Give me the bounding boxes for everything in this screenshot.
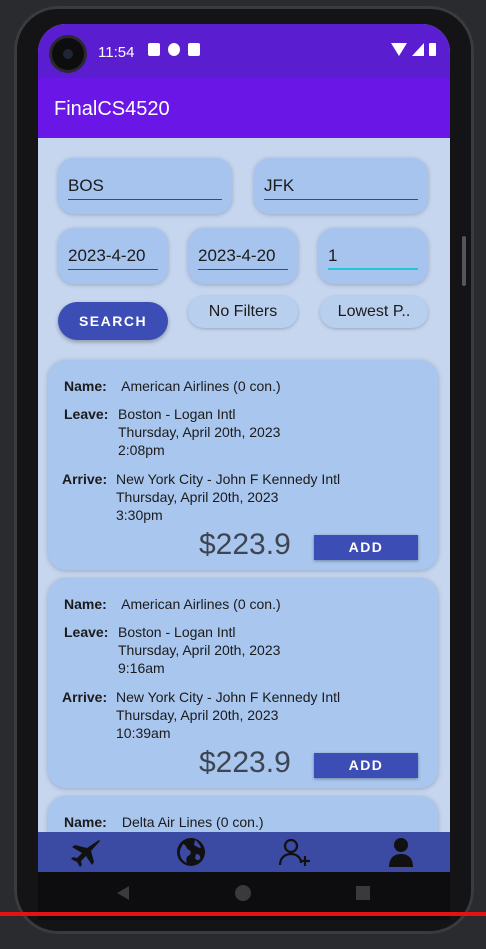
notification-icon: [148, 43, 160, 56]
leave-label-row: Leave:: [64, 624, 108, 640]
arrive-label-row: Arrive:: [62, 689, 107, 705]
add-flight-button[interactable]: ADD: [314, 753, 418, 778]
airline-name: American Airlines (0 con.): [121, 596, 281, 612]
sort-dropdown[interactable]: Lowest P..: [320, 296, 428, 328]
leave-airport: Boston - Logan Intl: [118, 624, 236, 640]
search-content: BOS JFK 2023-4-20 2023-4-20 1 SEARCH No …: [38, 138, 450, 872]
destination-value: JFK: [264, 176, 295, 195]
person-icon: [389, 838, 413, 867]
passengers-field[interactable]: 1: [318, 228, 428, 284]
wifi-icon: [391, 43, 407, 56]
status-bar: 11:54: [38, 24, 450, 78]
system-icons: [391, 43, 436, 56]
globe-icon: [177, 838, 205, 866]
back-icon[interactable]: [114, 884, 132, 902]
flight-price: $223.9: [199, 746, 291, 779]
flight-card: Name: American Airlines (0 con.) Leave: …: [48, 578, 438, 788]
airline-name: Delta Air Lines (0 con.): [121, 814, 264, 830]
origin-value: BOS: [68, 176, 104, 195]
notification-icons: [148, 43, 200, 56]
arrive-airport: New York City - John F Kennedy Intl: [116, 471, 341, 487]
nav-add-traveler[interactable]: [278, 836, 312, 868]
origin-field[interactable]: BOS: [58, 158, 232, 214]
sim-card-icon: [188, 43, 200, 56]
return-date-value: 2023-4-20: [198, 246, 276, 265]
destination-field[interactable]: JFK: [254, 158, 428, 214]
airline-name: American Airlines (0 con.): [121, 378, 281, 394]
name-label: Name:: [64, 596, 107, 612]
arrive-date: Thursday, April 20th, 2023: [116, 489, 279, 505]
arrive-details: New York City - John F Kennedy Intl Thur…: [116, 688, 340, 742]
airplane-icon: [71, 840, 100, 867]
phone-side-button: [462, 236, 466, 286]
flight-name-row: Name: Delta Air Lines (0 con.): [64, 814, 264, 830]
status-time: 11:54: [98, 44, 135, 61]
filter-dropdown[interactable]: No Filters: [188, 296, 298, 328]
nav-profile[interactable]: [384, 836, 418, 868]
app-title: FinalCS4520: [54, 98, 170, 120]
home-icon[interactable]: [234, 884, 252, 902]
leave-date: Thursday, April 20th, 2023: [118, 424, 281, 440]
name-label: Name:: [64, 378, 107, 394]
depart-date-field[interactable]: 2023-4-20: [58, 228, 168, 284]
signal-icon: [412, 43, 424, 56]
arrive-time: 3:30pm: [116, 507, 163, 523]
battery-icon: [429, 43, 436, 56]
front-camera: [52, 38, 84, 70]
leave-airport: Boston - Logan Intl: [118, 406, 236, 422]
device-screen: 11:54 FinalCS4520 BOS JFK 2023-4-20 2023…: [38, 24, 450, 872]
name-label: Name:: [64, 814, 107, 830]
leave-date: Thursday, April 20th, 2023: [118, 642, 281, 658]
passengers-value: 1: [328, 246, 338, 265]
leave-time: 9:16am: [118, 660, 165, 676]
return-date-field[interactable]: 2023-4-20: [188, 228, 298, 284]
arrive-date: Thursday, April 20th, 2023: [116, 707, 279, 723]
add-flight-button[interactable]: ADD: [314, 535, 418, 560]
search-button[interactable]: SEARCH: [58, 302, 168, 340]
leave-label: Leave:: [64, 406, 109, 422]
field-underline: [68, 199, 222, 200]
notification-icon: [168, 43, 180, 56]
recents-icon[interactable]: [354, 884, 372, 902]
flight-card: Name: American Airlines (0 con.) Leave: …: [48, 360, 438, 570]
leave-label-row: Leave:: [64, 406, 108, 422]
leave-details: Boston - Logan Intl Thursday, April 20th…: [118, 623, 280, 677]
leave-time: 2:08pm: [118, 442, 165, 458]
nav-explore[interactable]: [174, 836, 208, 868]
add-person-icon: [278, 838, 310, 866]
depart-date-value: 2023-4-20: [68, 246, 146, 265]
arrive-airport: New York City - John F Kennedy Intl: [116, 689, 341, 705]
video-progress-bar: [0, 912, 486, 916]
arrive-details: New York City - John F Kennedy Intl Thur…: [116, 470, 340, 524]
bottom-navigation: [38, 832, 450, 872]
arrive-label-row: Arrive:: [62, 471, 107, 487]
flight-name-row: Name: American Airlines (0 con.): [64, 596, 281, 612]
field-underline: [264, 199, 418, 200]
flight-price: $223.9: [199, 528, 291, 561]
field-underline: [68, 269, 158, 270]
arrive-label: Arrive:: [62, 689, 108, 705]
nav-flights[interactable]: [69, 836, 103, 868]
flight-name-row: Name: American Airlines (0 con.): [64, 378, 281, 394]
leave-details: Boston - Logan Intl Thursday, April 20th…: [118, 405, 280, 459]
app-bar: FinalCS4520: [38, 78, 450, 138]
leave-label: Leave:: [64, 624, 109, 640]
arrive-label: Arrive:: [62, 471, 108, 487]
field-underline: [198, 269, 288, 270]
field-underline-active: [328, 268, 418, 270]
arrive-time: 10:39am: [116, 725, 171, 741]
